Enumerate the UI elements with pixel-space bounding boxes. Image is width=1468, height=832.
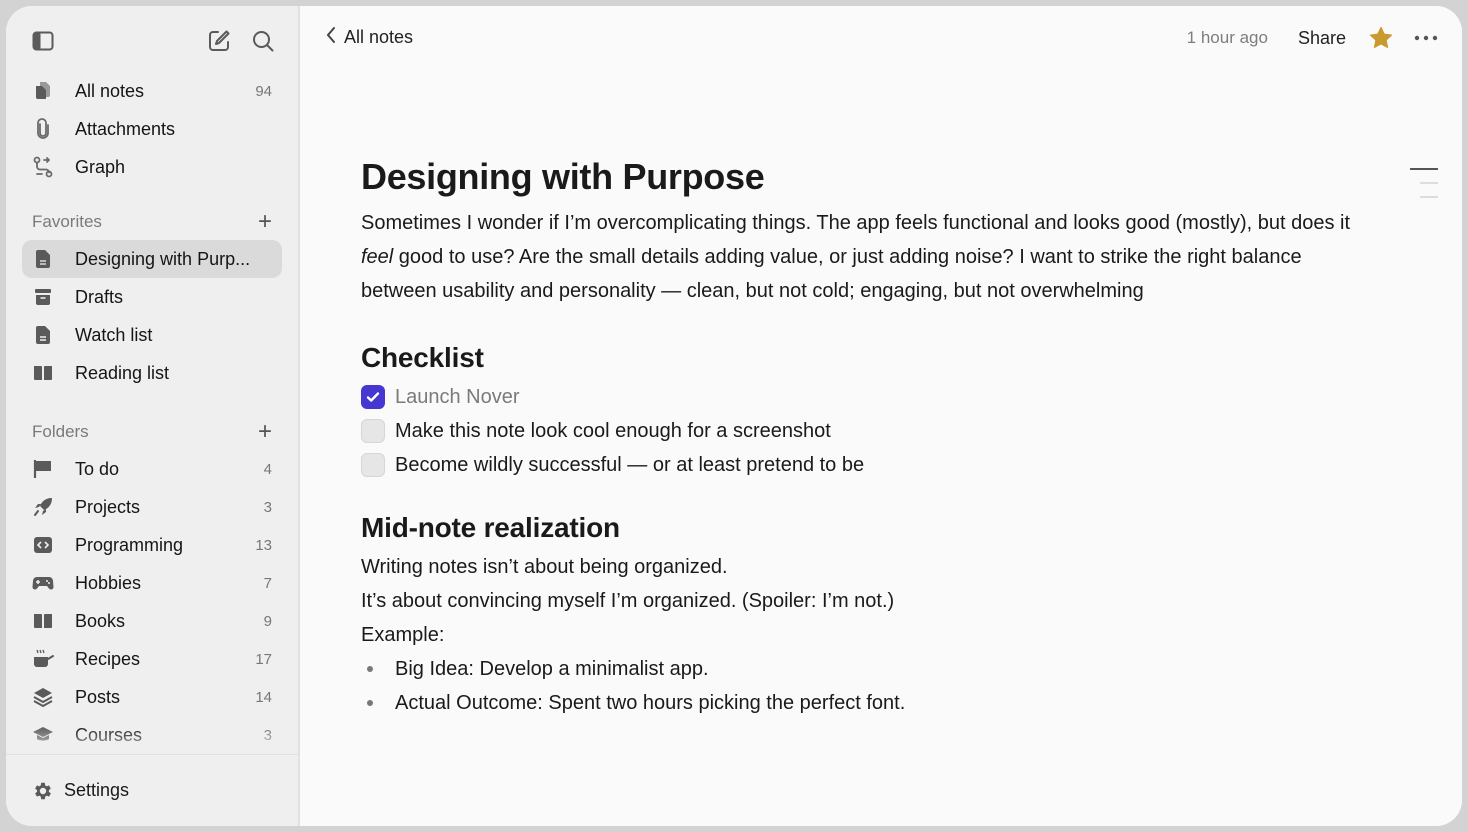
settings-label: Settings — [64, 780, 130, 800]
share-button[interactable]: Share — [1298, 28, 1346, 49]
bullet-list: Big Idea: Develop a minimalist app. Actu… — [361, 652, 1371, 720]
sidebar-item-designing-with-purpose[interactable]: Designing with Purp... — [22, 240, 282, 278]
document-icon — [32, 324, 54, 346]
search-icon — [253, 31, 274, 52]
sidebar-folder-recipes[interactable]: Recipes 17 — [22, 640, 282, 678]
sidebar-folder-programming[interactable]: Programming 13 — [22, 526, 282, 564]
graph-icon — [32, 156, 54, 178]
cooking-pot-icon — [32, 648, 54, 670]
bullet-dot — [367, 700, 373, 706]
sidebar-item-reading-list[interactable]: Reading list — [22, 354, 282, 392]
add-folder-button[interactable]: + — [258, 420, 272, 444]
compose-icon — [209, 30, 230, 51]
sidebar-folder-books[interactable]: Books 9 — [22, 602, 282, 640]
layers-icon — [32, 686, 54, 708]
flag-icon — [32, 458, 54, 480]
intro-paragraph: Sometimes I wonder if I’m overcomplicati… — [361, 212, 1351, 302]
add-favorite-button[interactable]: + — [258, 210, 272, 234]
table-of-contents-indicator[interactable] — [1408, 168, 1438, 210]
sidebar-item-attachments[interactable]: Attachments — [22, 110, 282, 148]
favorites-header: Favorites + — [22, 204, 282, 240]
sidebar-item-watch-list[interactable]: Watch list — [22, 316, 282, 354]
note-title: Designing with Purpose — [361, 156, 765, 197]
sidebar: All notes 94 Attachments Graph Favorites… — [6, 6, 300, 826]
toc-line — [1420, 196, 1438, 198]
note-content[interactable]: Designing with Purpose Sometimes I wonde… — [361, 156, 1371, 720]
toggle-sidebar-button[interactable] — [30, 28, 56, 54]
folders-title: Folders — [32, 422, 89, 441]
bullet-item: Big Idea: Develop a minimalist app. — [361, 652, 1371, 686]
settings-button[interactable]: Settings — [6, 754, 298, 826]
note-editor: All notes 1 hour ago Share Designing wit… — [300, 6, 1462, 826]
graduation-cap-icon — [32, 724, 54, 746]
checklist-item-text: Become wildly successful — or at least p… — [395, 453, 865, 476]
body-line: Writing notes isn’t about being organize… — [361, 556, 728, 578]
realization-heading: Mid-note realization — [361, 512, 620, 543]
book-icon — [32, 610, 54, 632]
sidebar-folder-to-do[interactable]: To do 4 — [22, 450, 282, 488]
sidebar-toggle-icon — [32, 31, 54, 51]
last-edited-timestamp: 1 hour ago — [1186, 28, 1268, 47]
sidebar-scroll-area[interactable]: All notes 94 Attachments Graph Favorites… — [6, 6, 298, 754]
document-icon — [32, 248, 54, 270]
toc-line — [1420, 182, 1438, 184]
bullet-item: Actual Outcome: Spent two hours picking … — [361, 686, 1371, 720]
new-note-button[interactable] — [206, 28, 232, 54]
sidebar-folder-projects[interactable]: Projects 3 — [22, 488, 282, 526]
back-label: All notes — [344, 27, 414, 47]
rocket-icon — [32, 496, 54, 518]
sidebar-toolbar — [30, 28, 274, 54]
sidebar-folder-hobbies[interactable]: Hobbies 7 — [22, 564, 282, 602]
checklist-item: Become wildly successful — or at least p… — [361, 448, 1371, 482]
bullet-dot — [367, 666, 373, 672]
checkbox-unchecked[interactable] — [361, 419, 385, 443]
body-line: Example: — [361, 624, 445, 646]
note-topbar: All notes 1 hour ago Share — [300, 6, 1462, 74]
search-button[interactable] — [250, 28, 276, 54]
more-options-button[interactable] — [1414, 35, 1438, 41]
more-horizontal-icon — [1414, 35, 1438, 41]
notes-icon — [32, 80, 54, 102]
checklist-heading: Checklist — [361, 342, 484, 373]
checklist-item-text: Make this note look cool enough for a sc… — [395, 419, 831, 442]
archive-icon — [32, 286, 54, 308]
sidebar-folder-posts[interactable]: Posts 14 — [22, 678, 282, 716]
star-icon — [1369, 26, 1393, 48]
book-icon — [32, 362, 54, 384]
sidebar-item-all-notes[interactable]: All notes 94 — [22, 72, 282, 110]
favorite-star-button[interactable] — [1368, 26, 1394, 50]
folders-header: Folders + — [22, 414, 282, 450]
chevron-left-icon — [326, 26, 336, 49]
sidebar-item-graph[interactable]: Graph — [22, 148, 282, 186]
checkbox-checked[interactable] — [361, 385, 385, 409]
sidebar-item-drafts[interactable]: Drafts — [22, 278, 282, 316]
app-window: All notes 94 Attachments Graph Favorites… — [6, 6, 1462, 826]
back-to-all-notes-button[interactable]: All notes — [326, 26, 413, 49]
checklist-item-text: Launch Nover — [395, 385, 520, 408]
checkmark-icon — [366, 392, 380, 402]
gamepad-icon — [32, 572, 54, 594]
checklist-item: Make this note look cool enough for a sc… — [361, 414, 1371, 448]
gear-icon — [32, 780, 54, 802]
code-icon — [32, 534, 54, 556]
checkbox-unchecked[interactable] — [361, 453, 385, 477]
toc-line-active — [1410, 168, 1438, 170]
checklist-item: Launch Nover — [361, 380, 1371, 414]
favorites-title: Favorites — [32, 212, 102, 231]
sidebar-folder-courses[interactable]: Courses 3 — [22, 716, 282, 754]
sidebar-nav: All notes 94 Attachments Graph Favorites… — [22, 72, 282, 754]
body-line: It’s about convincing myself I’m organiz… — [361, 590, 895, 612]
paperclip-icon — [32, 118, 54, 140]
